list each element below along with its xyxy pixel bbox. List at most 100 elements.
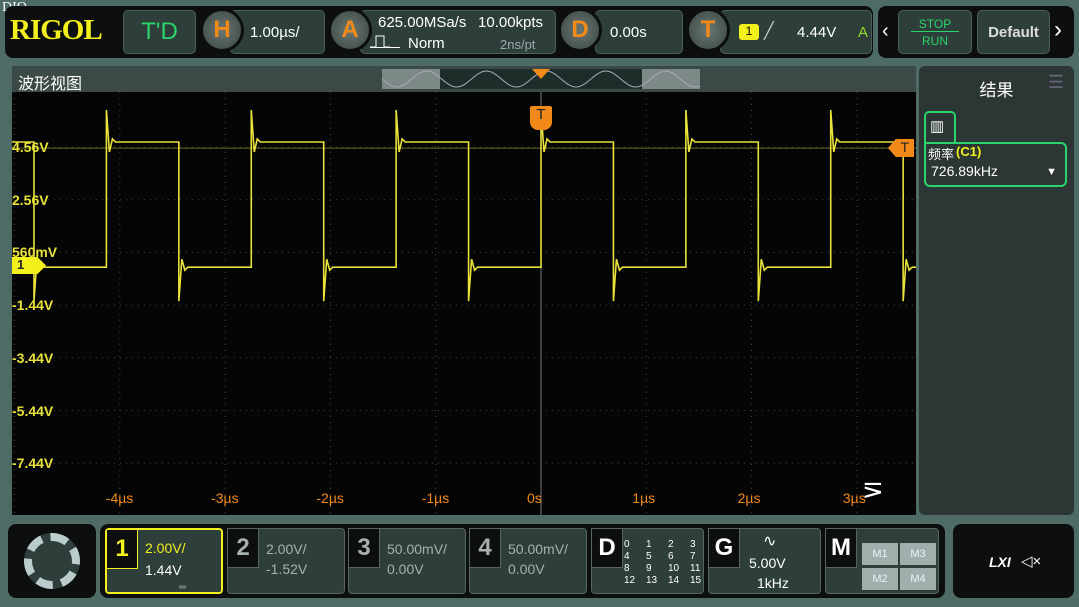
volt-axis-label: 4.56V [12,139,49,155]
digital-bit: 4 [624,551,630,562]
channel-4-number: 4 [469,528,501,568]
sample-rate: 625.00MSa/s [378,14,467,31]
sample-interval: 2ns/pt [500,37,536,52]
channel-1-number: 1 [106,529,138,569]
channel-1-trace [12,109,916,302]
math-m2[interactable]: M2 [862,568,898,590]
channel-bar: 1 2.00V/1.44V ═ 2 2.00V/ -1.52V 3 50.00mV/0.0… [100,524,945,598]
home-gear-button[interactable] [8,524,96,598]
waveform-view-header: 波形视图 [12,66,916,93]
delay-button[interactable]: D [558,8,602,52]
trigger-source-badge: 1 [739,24,759,40]
channel-2-button[interactable]: 2 2.00V/ -1.52V [227,528,345,594]
waveform-view-title: 波形视图 [18,76,83,93]
horizontal-button[interactable]: H [200,8,244,52]
measurement-source: (C1) [956,144,982,159]
volt-axis-label: -7.44V [12,455,54,472]
pulse-icon [370,34,400,48]
generator-frequency: 1kHz [757,575,789,591]
dropdown-icon[interactable]: ▼ [1046,166,1057,178]
memory-depth: 10.00kpts [478,14,544,31]
channel-4-scale: 50.00mV/ [508,541,568,557]
results-panel: 结果 ☰ ▥ 频率 (C1) 726.89kHz ▼ [919,66,1074,515]
channel-3-offset: 0.00V [387,561,424,577]
time-axis-label: 1µs [632,490,656,506]
waveform-display[interactable] [12,92,916,515]
speaker-muted-icon[interactable]: ◁× [1021,552,1041,570]
math-m4[interactable]: M4 [900,568,936,590]
rigol-logo: RIGOL [10,14,103,46]
volt-axis-label: 2.56V [12,191,49,208]
trigger-button[interactable]: T [686,8,730,52]
channel-3-number: 3 [348,528,380,568]
digital-bit: 6 [668,551,674,562]
digital-bit: 13 [646,575,658,586]
lxi-status[interactable]: LXI [989,554,1011,570]
menu-icon[interactable]: ⋝ [862,474,884,505]
digital-bit: 1 [646,539,652,550]
results-menu-icon[interactable]: ☰ [1048,72,1064,93]
measurement-value: 726.89kHz [931,163,998,179]
gear-icon [24,533,80,589]
time-axis-label: -4µs [105,490,134,506]
channel-3-scale: 50.00mV/ [387,541,447,557]
digital-bit: 0 [624,539,630,550]
digital-bit: 5 [646,551,652,562]
channel-2-scale: 2.00V/ [266,541,307,557]
trigger-position-marker [532,69,550,79]
generator-amplitude: 5.00V [749,555,786,571]
measurement-label: 频率 [928,147,955,162]
math-m1[interactable]: M1 [862,543,898,565]
acquire-mode: Norm [408,35,445,52]
time-axis-label: -3µs [211,490,239,506]
channel-2-offset: -1.52V [266,561,308,577]
digital-button[interactable]: D 0 1 2 3 4 5 6 7 8 9 10 11 12 13 14 15 [591,528,704,594]
digital-bit: 9 [646,563,652,574]
rising-edge-icon: ╱ [764,23,774,40]
channel-2-number: 2 [227,528,259,568]
generator-button[interactable]: G ∿ 5.00V 1kHz [708,528,821,594]
status-panel: LXI ◁× [953,524,1074,598]
math-m3[interactable]: M3 [900,543,936,565]
time-axis-label: -2µs [316,490,344,506]
channel-1-button[interactable]: 1 2.00V/1.44V ═ [105,528,223,594]
memory-overview-bar[interactable] [382,69,700,89]
generator-label: G [708,528,740,568]
trigger-mode-button[interactable]: T'D [123,10,196,54]
run-stop-button[interactable]: STOP RUN [898,10,972,54]
channel-4-offset: 0.00V [508,561,545,577]
digital-bit: 8 [624,563,630,574]
sine-icon: ∿ [763,533,777,550]
math-button[interactable]: M M1 M3 M2 M4 [825,528,939,594]
volt-axis-label: -5.44V [12,402,54,419]
trigger-level: 4.44V [797,24,837,41]
scroll-right-icon[interactable]: › [1054,16,1062,44]
dc-coupling-icon: ═ [179,582,187,593]
channel-1-offset: 1.44V [145,562,182,578]
time-axis-label: 0s [527,490,542,506]
frequency-measurement-card[interactable]: 频率 (C1) 726.89kHz ▼ [924,142,1067,187]
delay-value: 0.00s [610,24,647,41]
math-label: M [825,528,857,568]
timebase-value: 1.00µs/ [250,24,300,41]
run-label: RUN [922,34,948,48]
volt-axis-label: -3.44V [12,349,54,366]
scroll-left-icon[interactable]: ‹ [882,20,889,43]
digital-bit: 10 [668,563,680,574]
time-axis-label: -1µs [421,490,450,506]
measurement-tab-icon[interactable]: ▥ [924,111,956,143]
digital-bit: 2 [668,539,674,550]
digital-bit: 12 [624,575,636,586]
channel-1-scale: 2.00V/ [145,540,186,556]
trigger-sweep: A [858,24,869,41]
time-axis-label: 2µs [737,490,761,506]
acquire-button[interactable]: A [328,8,372,52]
digital-bit: 14 [668,575,680,586]
channel-3-button[interactable]: 3 50.00mV/0.00V [348,528,466,594]
volt-axis-label: -1.44V [12,297,54,314]
stop-label: STOP [911,17,959,32]
trigger-position-t-marker[interactable]: T [530,106,552,130]
channel-4-button[interactable]: 4 50.00mV/0.00V [469,528,587,594]
default-button[interactable]: Default [977,10,1050,54]
digital-label: D [591,528,623,568]
